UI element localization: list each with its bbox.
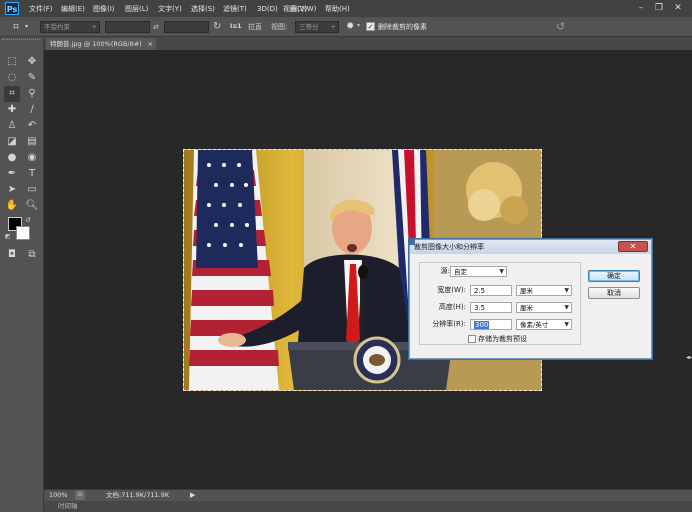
rotate-icon[interactable]: ↻ xyxy=(213,19,221,35)
view-select[interactable]: 三等分 ÷ xyxy=(295,21,339,33)
document-tab-label: 特朗普.jpg @ 100%(RGB/8#) xyxy=(50,40,142,48)
reset-icon[interactable]: ↺ xyxy=(556,19,565,35)
ratio-select-value: 不受约束 xyxy=(44,23,70,31)
width-label: 宽度(W): xyxy=(437,286,466,294)
crop-width-field[interactable] xyxy=(105,21,150,33)
ok-button[interactable]: 确定 xyxy=(588,270,640,282)
menu-window[interactable]: 窗口(W) xyxy=(290,3,316,15)
panel-collapse-icon[interactable]: ◂▸ xyxy=(686,354,692,361)
timeline-panel xyxy=(44,501,692,512)
width-input[interactable]: 2.5 xyxy=(470,285,512,296)
close-icon[interactable]: ✕ xyxy=(671,2,685,14)
clone-stamp-tool-icon[interactable]: ♙ xyxy=(4,118,20,134)
crop-height-field[interactable] xyxy=(164,21,209,33)
eraser-tool-icon[interactable]: ◪ xyxy=(4,134,20,150)
type-tool-icon[interactable]: T xyxy=(24,166,40,182)
source-select[interactable]: 自定 ▼ xyxy=(450,266,507,277)
straighten-label[interactable]: 拉直 xyxy=(248,21,262,33)
swap-dimensions-button[interactable]: ⇄ xyxy=(153,21,159,33)
menu-layer[interactable]: 图层(L) xyxy=(125,3,148,15)
chevron-down-icon: ÷ xyxy=(330,23,336,31)
document-info: 文档:711.9K/711.9K xyxy=(106,491,170,499)
document-tab[interactable]: 特朗普.jpg @ 100%(RGB/8#) × xyxy=(46,38,156,50)
tab-close-icon[interactable]: × xyxy=(148,38,153,50)
chevron-down-icon: ▼ xyxy=(564,287,569,294)
crop-tool-active-icon[interactable]: ⌗ xyxy=(4,86,20,102)
gear-icon[interactable]: ✹ xyxy=(346,19,354,35)
width-unit-value: 厘米 xyxy=(520,287,533,295)
brush-tool-icon[interactable]: ∕ xyxy=(24,102,40,118)
eyedropper-tool-icon[interactable]: ⚲ xyxy=(24,86,40,102)
view-label: 视图: xyxy=(271,23,288,31)
dodge-tool-icon[interactable]: ◉ xyxy=(24,150,40,166)
move-tool-icon[interactable]: ✥ xyxy=(24,54,40,70)
chevron-down-icon: ▼ xyxy=(564,321,569,328)
resolution-input[interactable]: 300 xyxy=(470,319,512,330)
height-label: 高度(H): xyxy=(438,303,466,311)
pen-tool-icon[interactable]: ✒ xyxy=(4,166,20,182)
menu-select[interactable]: 选择(S) xyxy=(191,3,215,15)
menu-edit[interactable]: 编辑(E) xyxy=(61,3,85,15)
save-preset-checkbox[interactable] xyxy=(468,335,476,343)
tool-preset-caret-icon[interactable]: ▾ xyxy=(25,20,28,34)
chevron-down-icon: ÷ xyxy=(91,23,97,31)
dialog-titlebar[interactable]: 裁剪图像大小和分辨率 ✕ xyxy=(409,239,651,254)
restore-icon[interactable]: ❐ xyxy=(652,2,666,14)
chevron-down-icon: ▼ xyxy=(564,304,569,311)
menu-3d[interactable]: 3D(D) xyxy=(257,3,278,15)
timeline-tab[interactable]: 时间轴 xyxy=(58,500,78,512)
delete-cropped-checkbox[interactable]: ✓ xyxy=(366,22,375,31)
hand-tool-icon[interactable]: ✋ xyxy=(4,198,20,214)
save-preset-label: 存储为裁剪预设 xyxy=(478,335,527,343)
height-unit-select[interactable]: 厘米 ▼ xyxy=(516,302,572,313)
view-select-value: 三等分 xyxy=(299,23,319,31)
dialog-close-button[interactable]: ✕ xyxy=(618,241,648,252)
ratio-select[interactable]: 不受约束 ÷ xyxy=(40,21,100,33)
screen-mode-icon[interactable]: ⧉ xyxy=(24,247,40,263)
source-select-value: 自定 xyxy=(454,268,467,276)
delete-cropped-label: 删除裁剪的像素 xyxy=(378,23,427,31)
quick-selection-tool-icon[interactable]: ✎ xyxy=(24,70,40,86)
resolution-label: 分辨率(R): xyxy=(432,320,466,328)
menu-help[interactable]: 帮助(H) xyxy=(325,3,350,15)
quick-mask-icon[interactable]: ◘ xyxy=(4,247,20,263)
photoshop-logo: Ps xyxy=(5,2,19,15)
menu-filter[interactable]: 滤镜(T) xyxy=(223,3,247,15)
marquee-tool-icon[interactable]: ⬚ xyxy=(4,54,20,70)
zoom-tool-icon[interactable]: 🔍︎ xyxy=(24,198,40,214)
swap-colors-icon[interactable]: ↺ xyxy=(25,216,31,224)
chevron-down-icon: ▼ xyxy=(499,268,504,275)
minimize-icon[interactable]: – xyxy=(634,2,648,14)
resolution-unit-select[interactable]: 像素/英寸 ▼ xyxy=(516,319,572,330)
status-menu-arrow-icon[interactable]: ▶ xyxy=(190,489,195,501)
share-icon[interactable]: ⊙ xyxy=(75,490,85,500)
resolution-unit-value: 像素/英寸 xyxy=(520,321,549,329)
menu-file[interactable]: 文件(F) xyxy=(29,3,53,15)
background-color-swatch[interactable] xyxy=(16,226,30,240)
menu-type[interactable]: 文字(Y) xyxy=(158,3,182,15)
toolbar-grip[interactable] xyxy=(2,39,40,43)
gradient-tool-icon[interactable]: ▤ xyxy=(24,134,40,150)
straighten-icon[interactable]: Ⅰ≡1 xyxy=(230,23,241,30)
resolution-selected-text: 300 xyxy=(474,321,490,329)
blur-tool-icon[interactable]: ● xyxy=(4,150,20,166)
dialog-title: 裁剪图像大小和分辨率 xyxy=(414,243,484,251)
path-selection-tool-icon[interactable]: ➤ xyxy=(4,182,20,198)
height-input[interactable]: 3.5 xyxy=(470,302,512,313)
crop-size-dialog: 裁剪图像大小和分辨率 ✕ 源: 自定 ▼ 宽度(W): 2.5 厘米 ▼ 高度(… xyxy=(409,239,652,359)
source-label: 源: xyxy=(440,267,450,275)
cancel-button[interactable]: 取消 xyxy=(588,287,640,299)
history-brush-tool-icon[interactable]: ↶ xyxy=(24,118,40,134)
lasso-tool-icon[interactable]: ◌ xyxy=(4,70,20,86)
width-unit-select[interactable]: 厘米 ▼ xyxy=(516,285,572,296)
height-unit-value: 厘米 xyxy=(520,304,533,312)
settings-caret-icon[interactable]: ▾ xyxy=(357,22,360,29)
crop-tool-icon[interactable]: ⌗ xyxy=(8,19,24,35)
healing-brush-tool-icon[interactable]: ✚ xyxy=(4,102,20,118)
default-colors-icon[interactable]: ◩ xyxy=(5,233,11,240)
shape-tool-icon[interactable]: ▭ xyxy=(24,182,40,198)
menu-image[interactable]: 图像(I) xyxy=(93,3,115,15)
